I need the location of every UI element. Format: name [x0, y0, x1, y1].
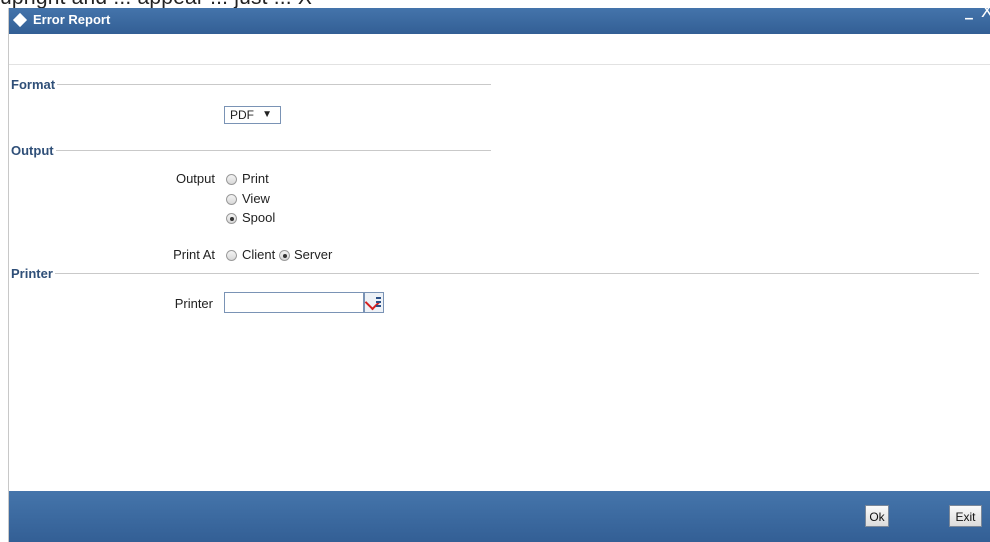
output-view-radio[interactable]: [226, 194, 237, 205]
chevron-down-icon: ▼: [262, 109, 272, 120]
print-at-client-radio[interactable]: [226, 250, 237, 261]
format-select[interactable]: PDF ▼: [224, 106, 281, 124]
output-spool-label[interactable]: Spool: [242, 210, 275, 225]
error-report-window: Error Report – X Format PDF ▼ Output Out…: [8, 2, 990, 542]
printer-input[interactable]: [224, 292, 364, 313]
clipped-background-text: upright and ... appear ... just ... X: [0, 0, 990, 8]
title-bar: Error Report – X: [9, 2, 990, 34]
lov-list-icon: [376, 297, 381, 309]
list-of-values-button[interactable]: [364, 292, 384, 313]
ok-button[interactable]: Ok: [865, 505, 889, 527]
format-section-divider: [11, 84, 491, 85]
print-at-server-label[interactable]: Server: [294, 247, 332, 262]
diamond-icon: [12, 12, 28, 28]
print-at-label: Print At: [173, 247, 215, 262]
footer-bar: Ok Exit: [9, 491, 990, 542]
print-at-server-radio[interactable]: [279, 250, 290, 261]
printer-section-divider: [11, 273, 979, 274]
print-at-client-label[interactable]: Client: [242, 247, 275, 262]
format-select-value: PDF: [230, 108, 254, 122]
close-button[interactable]: X: [981, 2, 990, 20]
output-print-radio[interactable]: [226, 174, 237, 185]
output-spool-radio[interactable]: [226, 213, 237, 224]
toolbar-area: [9, 34, 990, 65]
window-title: Error Report: [33, 12, 111, 27]
format-section-title: Format: [11, 77, 58, 92]
output-section-divider: [11, 150, 491, 151]
printer-label: Printer: [174, 296, 213, 311]
minimize-button[interactable]: –: [962, 10, 976, 28]
output-view-label[interactable]: View: [242, 191, 270, 206]
output-section-title: Output: [11, 143, 56, 158]
output-label: Output: [175, 171, 215, 186]
output-print-label[interactable]: Print: [242, 171, 269, 186]
exit-button[interactable]: Exit: [949, 505, 982, 527]
printer-section-title: Printer: [11, 266, 55, 281]
clipped-text: upright and ... appear ... just ... X: [0, 0, 312, 8]
